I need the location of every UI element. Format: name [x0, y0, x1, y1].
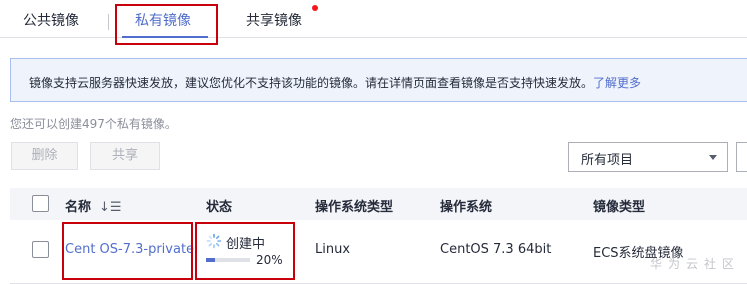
notice-message: 镜像支持云服务器快速发放，建议您优化不支持该功能的镜像。请在详情页面查看镜像是否… — [29, 76, 594, 90]
tab-shared-images[interactable]: 共享镜像 — [246, 10, 302, 30]
sort-icon[interactable]: ↓☰ — [99, 200, 122, 215]
tab-divider — [108, 14, 109, 30]
chevron-down-icon — [709, 155, 717, 160]
search-field[interactable] — [736, 142, 747, 172]
learn-more-link[interactable]: 了解更多 — [593, 76, 641, 90]
column-header-status: 状态 — [206, 200, 233, 215]
column-header-name-label: 名称 — [65, 200, 92, 215]
tab-public-images[interactable]: 公共镜像 — [23, 10, 79, 30]
delete-button[interactable]: 删除 — [11, 142, 78, 170]
column-header-image-type: 镜像类型 — [593, 200, 646, 215]
project-filter-value: 所有项目 — [581, 153, 634, 168]
highlight-box-image-name — [62, 222, 193, 280]
watermark-logo: 华为云社区 — [650, 257, 741, 271]
image-tabs: 公共镜像 私有镜像 共享镜像 — [0, 0, 747, 38]
notice-text: 镜像支持云服务器快速发放，建议您优化不支持该功能的镜像。请在详情页面查看镜像是否… — [29, 74, 641, 91]
quota-text: 您还可以创建497个私有镜像。 — [10, 117, 177, 131]
column-header-os-type: 操作系统类型 — [315, 200, 394, 215]
highlight-box-status — [195, 222, 295, 280]
column-header-os: 操作系统 — [440, 200, 493, 215]
row-checkbox[interactable] — [32, 241, 49, 258]
select-all-checkbox[interactable] — [32, 195, 49, 212]
table-header: 名称 ↓☰ 状态 操作系统类型 操作系统 镜像类型 — [10, 188, 747, 220]
share-button[interactable]: 共享 — [90, 142, 160, 170]
os-cell: CentOS 7.3 64bit — [440, 242, 552, 257]
os-type-cell: Linux — [315, 242, 351, 257]
info-notice: 镜像支持云服务器快速发放，建议您优化不支持该功能的镜像。请在详情页面查看镜像是否… — [10, 58, 747, 102]
notification-dot-icon — [312, 5, 318, 11]
column-header-name[interactable]: 名称 ↓☰ — [65, 196, 122, 215]
project-filter-select[interactable]: 所有项目 — [568, 142, 728, 172]
highlight-box-private-tab — [115, 4, 218, 45]
